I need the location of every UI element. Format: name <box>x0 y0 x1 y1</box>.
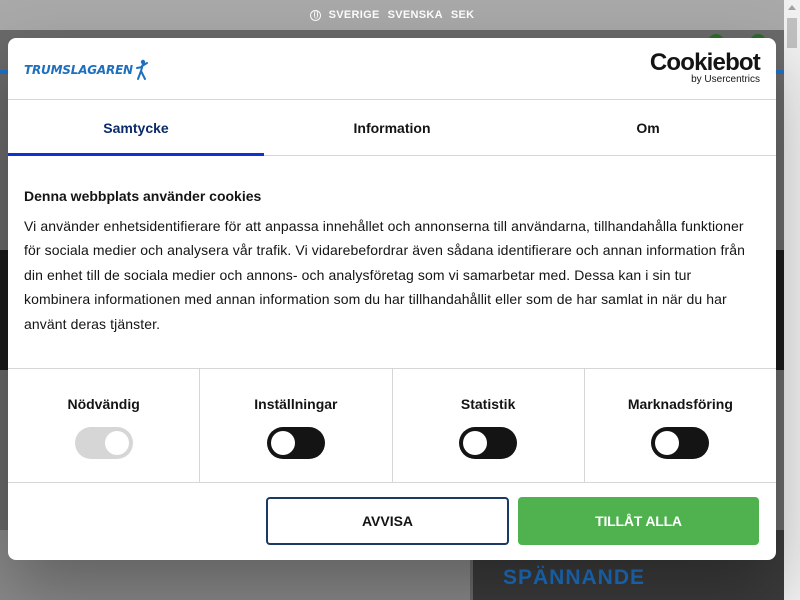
category-statistics: Statistik <box>393 369 585 482</box>
globe-icon <box>309 9 321 21</box>
cookiebot-logo-sub: by Usercentrics <box>691 74 760 85</box>
promo-text: SPÄNNANDE <box>503 566 646 589</box>
tab-om[interactable]: Om <box>520 100 776 155</box>
category-label: Statistik <box>460 396 516 412</box>
dialog-header: TRUMSLAGAREN Cookiebot by Usercentrics <box>8 38 776 100</box>
category-label: Nödvändig <box>67 396 140 412</box>
necessary-toggle <box>74 427 133 459</box>
deny-button[interactable]: AVVISA <box>266 497 509 545</box>
category-label: Marknadsföring <box>627 396 733 412</box>
top-locale-bar[interactable]: SVERIGE SVENSKA SEK <box>0 0 784 30</box>
category-marketing: Marknadsföring <box>585 369 776 482</box>
language-label[interactable]: SVENSKA <box>388 9 443 21</box>
tab-samtycke[interactable]: Samtycke <box>8 100 264 156</box>
tab-information[interactable]: Information <box>264 100 520 155</box>
category-label: Inställningar <box>254 396 338 412</box>
cookiebot-logo[interactable]: Cookiebot by Usercentrics <box>649 49 761 85</box>
allow-all-button[interactable]: TILLÅT ALLA <box>518 497 759 545</box>
category-preferences: Inställningar <box>200 369 393 482</box>
cookiebot-logo-main: Cookiebot <box>649 49 761 76</box>
cookie-consent-dialog: TRUMSLAGAREN Cookiebot by Usercentrics S… <box>8 38 776 560</box>
scrollbar-thumb[interactable] <box>787 18 797 48</box>
consent-heading: Denna webbplats använder cookies <box>24 188 262 204</box>
consent-body: Vi använder enhetsidentifierare för att … <box>24 218 746 332</box>
brand-logo-text: TRUMSLAGAREN <box>24 63 133 77</box>
drummer-icon <box>135 59 148 80</box>
currency-label[interactable]: SEK <box>451 9 475 21</box>
page-scrollbar[interactable] <box>784 0 800 600</box>
statistics-toggle[interactable] <box>459 427 518 459</box>
brand-logo: TRUMSLAGAREN <box>24 59 149 81</box>
consent-content: Denna webbplats använder cookies Vi anvä… <box>24 166 752 336</box>
dialog-tabs: Samtycke Information Om <box>8 100 776 156</box>
scroll-up-icon[interactable] <box>788 5 796 10</box>
category-toggles: Nödvändig Inställningar Statistik Markna… <box>8 368 776 483</box>
country-label[interactable]: SVERIGE <box>329 9 380 21</box>
marketing-toggle[interactable] <box>651 427 710 459</box>
preferences-toggle[interactable] <box>266 427 325 459</box>
category-necessary: Nödvändig <box>8 369 201 482</box>
